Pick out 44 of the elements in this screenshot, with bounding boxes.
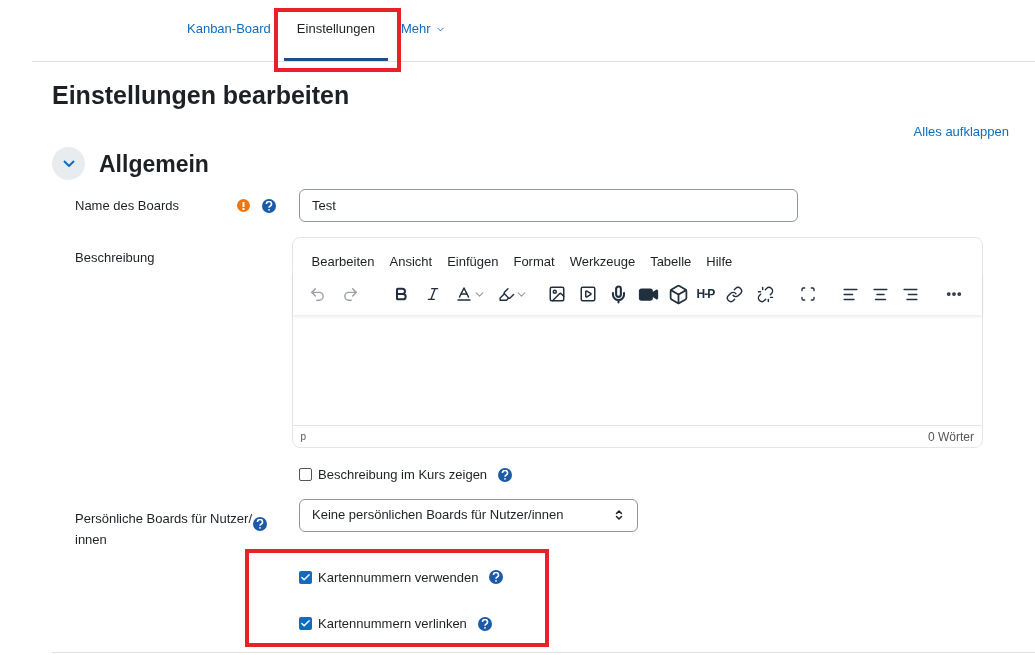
editor-menu-item[interactable]: Ansicht	[389, 252, 433, 272]
word-count: 0 Wörter	[928, 428, 974, 446]
unlink-icon[interactable]	[757, 285, 775, 303]
field-label: Name des Boards	[75, 196, 181, 215]
help-icon[interactable]	[489, 570, 504, 585]
checkbox-label: Kartennummern verlinken	[318, 615, 467, 633]
field-label: Persönliche Boards für Nutzer/ innen	[75, 509, 253, 549]
checkbox[interactable]	[299, 617, 312, 631]
text-color-icon[interactable]	[454, 285, 473, 303]
checkbox-label: Kartennummern verwenden	[318, 568, 479, 587]
editor-menu-item[interactable]: Tabelle	[650, 252, 692, 272]
editor-menu-item[interactable]: Bearbeiten	[311, 252, 375, 272]
media-icon[interactable]	[578, 285, 597, 303]
name-input[interactable]: Test	[299, 189, 798, 222]
nav-tab[interactable]: Einstellungen	[283, 0, 388, 61]
image-icon[interactable]	[547, 285, 566, 303]
chevron-icon	[62, 160, 75, 168]
checkbox-label: Beschreibung im Kurs zeigen	[318, 466, 488, 484]
editor-menu-item[interactable]: Werkzeuge	[569, 252, 636, 272]
collapse-toggle[interactable]	[52, 147, 85, 181]
cube-icon[interactable]	[667, 283, 689, 305]
link-icon[interactable]	[726, 285, 744, 303]
expand-all-link[interactable]: Alles aufklappen	[913, 122, 1009, 142]
editor-menu-item[interactable]: Einfügen	[447, 252, 499, 272]
checkbox[interactable]	[299, 570, 312, 584]
select-arrows-icon	[613, 509, 625, 521]
help-icon[interactable]	[262, 198, 276, 213]
nav-tab[interactable]: Mehr	[387, 0, 459, 61]
help-icon[interactable]	[498, 467, 513, 482]
element-path: p	[300, 430, 307, 444]
help-icon[interactable]	[253, 516, 267, 531]
select-dropdown[interactable]: Keine persönlichen Boards für Nutzer/innen	[299, 498, 638, 532]
checkbox[interactable]	[299, 468, 312, 482]
editor-menu-item[interactable]: Hilfe	[706, 252, 733, 272]
h5p-icon[interactable]: H-P	[696, 285, 715, 303]
editor-menu-item[interactable]: Format	[513, 252, 555, 272]
section-title: Allgemein	[99, 149, 209, 179]
nav-tab[interactable]: Kanban-Board	[174, 0, 284, 61]
highlighter-icon[interactable]	[497, 285, 515, 303]
page-title: Einstellungen bearbeiten	[52, 80, 351, 110]
rich-text-editor[interactable]: Bearbeiten Ansicht Einfügen Format Werkzeuge Tabelle Hilfe H-P p 0 Wörter	[291, 237, 983, 448]
field-label: Beschreibung	[75, 250, 155, 265]
fullscreen-icon[interactable]	[800, 286, 817, 302]
help-icon[interactable]	[477, 616, 492, 631]
